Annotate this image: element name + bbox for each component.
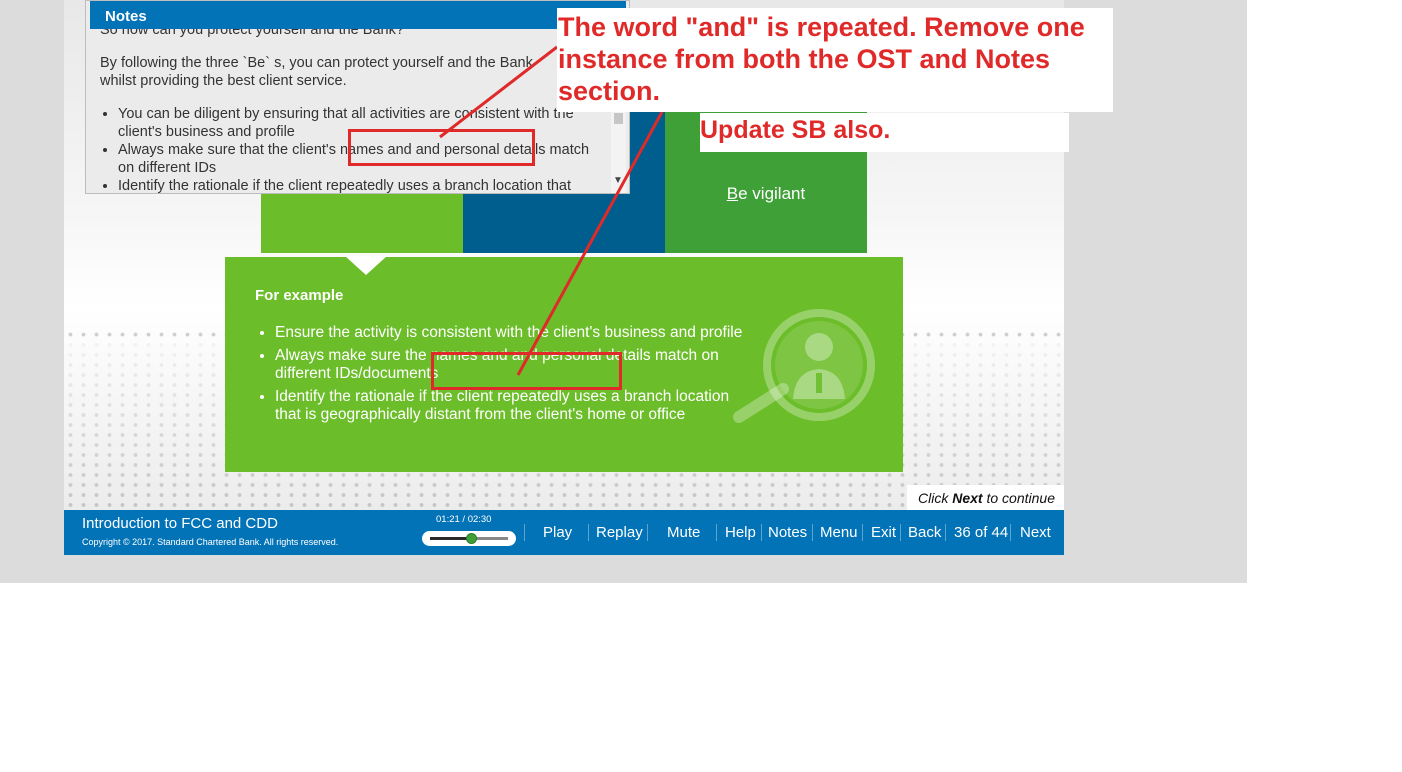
notes-title: Notes — [105, 8, 147, 25]
course-title: Introduction to FCC and CDD — [82, 515, 278, 532]
help-button[interactable]: Help — [725, 524, 756, 541]
notes-button[interactable]: Notes — [768, 524, 807, 541]
scrollbar-thumb[interactable] — [614, 113, 623, 124]
highlight-box-example — [431, 352, 622, 390]
notes-paragraph: By following the three `Be` s, you can p… — [100, 55, 533, 89]
example-title: For example — [255, 287, 344, 304]
playback-slider[interactable] — [422, 531, 516, 546]
be-vigilant-label: Be vigilant — [726, 184, 806, 203]
playback-time: 01:21 / 02:30 — [436, 514, 492, 525]
replay-button[interactable]: Replay — [596, 524, 643, 541]
notes-header: Notes — [90, 1, 626, 29]
example-item: Ensure the activity is consistent with t… — [275, 324, 745, 342]
highlight-box-notes — [348, 129, 535, 166]
page-counter: 36 of 44 — [954, 524, 1009, 541]
scroll-down-arrow-icon[interactable]: ▼ — [613, 175, 623, 186]
slider-knob[interactable] — [466, 533, 478, 544]
magnifier-person-icon — [733, 309, 875, 423]
back-button[interactable]: Back — [908, 524, 941, 541]
player-control-bar: Introduction to FCC and CDD Copyright © … — [64, 510, 1064, 555]
play-button[interactable]: Play — [543, 524, 572, 541]
notes-scrollbar[interactable]: ▼ — [611, 111, 626, 193]
annotation-callout-secondary: Update SB also. — [700, 113, 1069, 152]
mute-button[interactable]: Mute — [667, 524, 700, 541]
example-item: Identify the rationale if the client rep… — [275, 388, 745, 424]
example-pointer-notch — [345, 256, 387, 275]
click-next-hint: Click Next to continue — [907, 485, 1064, 510]
copyright-text: Copyright © 2017. Standard Chartered Ban… — [82, 537, 339, 547]
annotation-callout-main: The word "and" is repeated. Remove one i… — [557, 8, 1113, 112]
next-button[interactable]: Next — [1020, 524, 1051, 541]
notes-item: Identify the rationale if the client rep… — [118, 177, 598, 193]
exit-button[interactable]: Exit — [871, 524, 896, 541]
menu-button[interactable]: Menu — [820, 524, 858, 541]
